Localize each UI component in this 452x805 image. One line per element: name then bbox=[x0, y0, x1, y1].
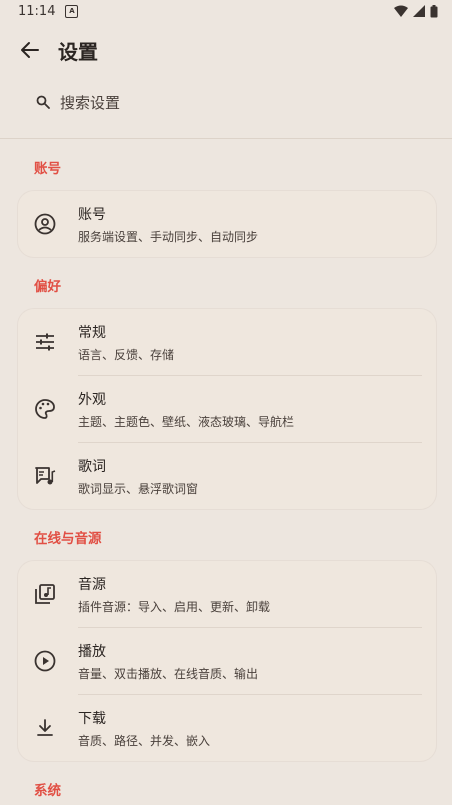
music-library-icon bbox=[32, 581, 58, 607]
status-time: 11:14 bbox=[18, 3, 56, 19]
settings-item-playback[interactable]: 播放 音量、双击播放、在线音质、输出 bbox=[18, 628, 436, 694]
item-subtitle: 歌词显示、悬浮歌词窗 bbox=[78, 481, 199, 496]
account-circle-icon bbox=[32, 211, 58, 237]
play-circle-icon bbox=[32, 648, 58, 674]
tune-icon bbox=[32, 329, 58, 355]
item-subtitle: 主题、主题色、壁纸、液态玻璃、导航栏 bbox=[78, 414, 295, 429]
settings-card-online-sources: 音源 插件音源：导入、启用、更新、卸载 播放 音量、双击播放、在线音质、输出 下… bbox=[18, 561, 436, 761]
item-subtitle: 语言、反馈、存储 bbox=[78, 347, 175, 362]
item-subtitle: 服务端设置、手动同步、自动同步 bbox=[78, 229, 259, 244]
section-title-system: 系统 bbox=[34, 783, 61, 799]
settings-item-account[interactable]: 账号 服务端设置、手动同步、自动同步 bbox=[18, 191, 436, 257]
search-icon bbox=[36, 95, 50, 109]
app-bar: 设置 bbox=[0, 22, 452, 78]
download-icon bbox=[32, 715, 58, 741]
status-bar: 11:14 A bbox=[0, 0, 452, 22]
item-subtitle: 插件音源：导入、启用、更新、卸载 bbox=[78, 599, 271, 614]
section-title-preferences: 偏好 bbox=[34, 279, 61, 295]
settings-card-preferences: 常规 语言、反馈、存储 外观 主题、主题色、壁纸、液态玻璃、导航栏 歌词 歌词显… bbox=[18, 309, 436, 509]
settings-item-sources[interactable]: 音源 插件音源：导入、启用、更新、卸载 bbox=[18, 561, 436, 627]
item-subtitle: 音质、路径、并发、嵌入 bbox=[78, 733, 211, 748]
item-subtitle: 音量、双击播放、在线音质、输出 bbox=[78, 666, 259, 681]
palette-icon bbox=[32, 396, 58, 422]
notification-icon: A bbox=[65, 4, 79, 18]
item-title: 外观 bbox=[78, 391, 106, 408]
item-title: 歌词 bbox=[78, 458, 106, 475]
item-title: 账号 bbox=[78, 206, 106, 223]
battery-icon bbox=[430, 4, 438, 17]
settings-item-lyrics[interactable]: 歌词 歌词显示、悬浮歌词窗 bbox=[18, 443, 436, 509]
settings-card-account: 账号 服务端设置、手动同步、自动同步 bbox=[18, 191, 436, 257]
search-divider bbox=[0, 138, 452, 139]
item-title: 音源 bbox=[78, 576, 106, 593]
page-title: 设置 bbox=[58, 39, 98, 64]
settings-item-general[interactable]: 常规 语言、反馈、存储 bbox=[18, 309, 436, 375]
item-title: 播放 bbox=[78, 643, 106, 660]
settings-item-download[interactable]: 下载 音质、路径、并发、嵌入 bbox=[18, 695, 436, 761]
wifi-icon bbox=[394, 5, 408, 17]
lyrics-icon bbox=[32, 463, 58, 489]
settings-item-appearance[interactable]: 外观 主题、主题色、壁纸、液态玻璃、导航栏 bbox=[18, 376, 436, 442]
back-arrow-icon[interactable] bbox=[18, 38, 42, 62]
search-input[interactable]: 搜索设置 bbox=[18, 80, 434, 124]
item-title: 常规 bbox=[78, 324, 106, 341]
item-title: 下载 bbox=[78, 710, 106, 727]
section-title-online-sources: 在线与音源 bbox=[34, 531, 102, 547]
signal-icon bbox=[413, 5, 425, 17]
search-placeholder: 搜索设置 bbox=[60, 93, 121, 112]
section-title-account: 账号 bbox=[34, 161, 61, 177]
